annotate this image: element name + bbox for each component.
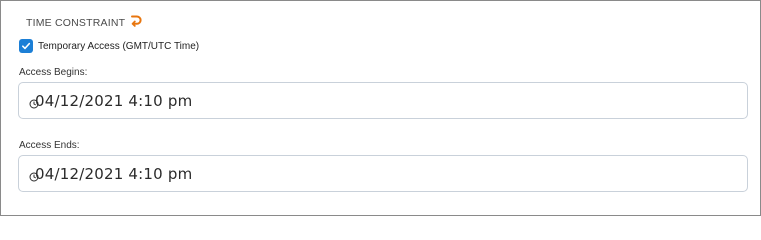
access-ends-input[interactable]: 04/12/2021 4:10 pm <box>18 155 748 192</box>
access-begins-input[interactable]: 04/12/2021 4:10 pm <box>18 82 748 119</box>
temporary-access-checkbox[interactable] <box>19 39 33 53</box>
time-constraint-panel: TIME CONSTRAINT Temporary Access (GMT/UT… <box>0 0 761 216</box>
section-title: TIME CONSTRAINT <box>26 17 126 29</box>
temporary-access-label: Temporary Access (GMT/UTC Time) <box>38 40 200 52</box>
access-begins-value: 04/12/2021 4:10 pm <box>35 91 193 110</box>
undo-icon[interactable] <box>129 14 142 27</box>
checkmark-icon <box>22 42 31 50</box>
access-begins-label: Access Begins: <box>19 67 88 78</box>
clock-icon <box>29 169 39 181</box>
section-header: TIME CONSTRAINT <box>26 14 142 29</box>
access-ends-label: Access Ends: <box>19 140 80 151</box>
clock-icon <box>29 96 39 108</box>
access-ends-value: 04/12/2021 4:10 pm <box>35 164 193 183</box>
temporary-access-row: Temporary Access (GMT/UTC Time) <box>19 39 199 53</box>
